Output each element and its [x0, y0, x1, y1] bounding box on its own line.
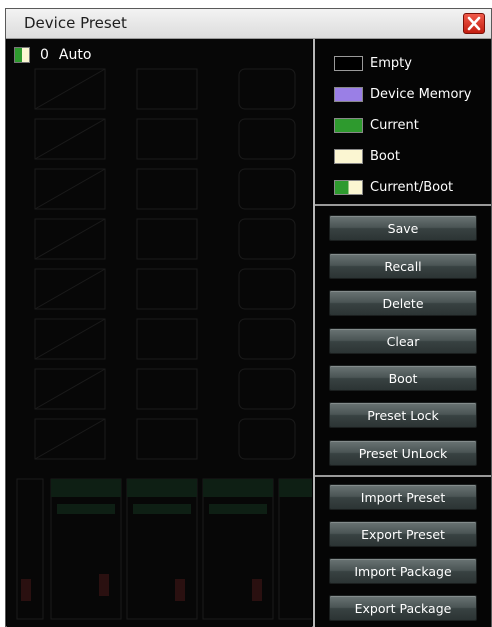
legend-swatch [334, 117, 363, 133]
delete-button[interactable]: Delete [329, 290, 477, 316]
legend-swatch [334, 55, 363, 71]
actions-divider [315, 475, 491, 477]
legend-item-current-boot: Current/Boot [334, 177, 453, 197]
export-package-button[interactable]: Export Package [329, 595, 477, 621]
legend-item-device-memory: Device Memory [334, 84, 471, 104]
save-button[interactable]: Save [329, 215, 477, 241]
close-icon [467, 16, 481, 31]
legend-item-current: Current [334, 115, 419, 135]
legend-label: Current [370, 117, 419, 133]
preset-list[interactable]: 0 Auto [7, 39, 312, 627]
color-legend: Empty Device Memory Current Boot Current… [315, 39, 491, 203]
legend-divider [315, 204, 491, 206]
preset-number: 0 [40, 47, 49, 63]
recall-button[interactable]: Recall [329, 253, 477, 279]
legend-swatch [334, 86, 363, 102]
export-preset-button[interactable]: Export Preset [329, 521, 477, 547]
boot-button[interactable]: Boot [329, 365, 477, 391]
clear-button[interactable]: Clear [329, 328, 477, 354]
preset-item[interactable]: 0 Auto [14, 45, 91, 65]
preset-unlock-button[interactable]: Preset UnLock [329, 440, 477, 466]
title-bar[interactable]: Device Preset [6, 9, 491, 39]
preset-lock-button[interactable]: Preset Lock [329, 402, 477, 428]
preset-status-swatch [14, 47, 30, 63]
preset-name: Auto [58, 47, 92, 63]
legend-label: Empty [370, 55, 412, 71]
device-preset-window: Device Preset 0 Auto Empty Device Memory… [5, 8, 492, 627]
legend-item-boot: Boot [334, 146, 400, 166]
legend-swatch [334, 148, 363, 164]
window-title: Device Preset [24, 14, 127, 32]
legend-item-empty: Empty [334, 53, 412, 73]
legend-label: Device Memory [370, 86, 472, 102]
import-preset-button[interactable]: Import Preset [329, 484, 477, 510]
close-button[interactable] [463, 13, 485, 34]
legend-label: Boot [370, 148, 400, 164]
legend-swatch [334, 179, 363, 195]
legend-label: Current/Boot [370, 179, 454, 195]
background-app-ghost [16, 68, 312, 620]
preset-actions-panel: Empty Device Memory Current Boot Current… [315, 39, 491, 627]
import-package-button[interactable]: Import Package [329, 558, 477, 584]
